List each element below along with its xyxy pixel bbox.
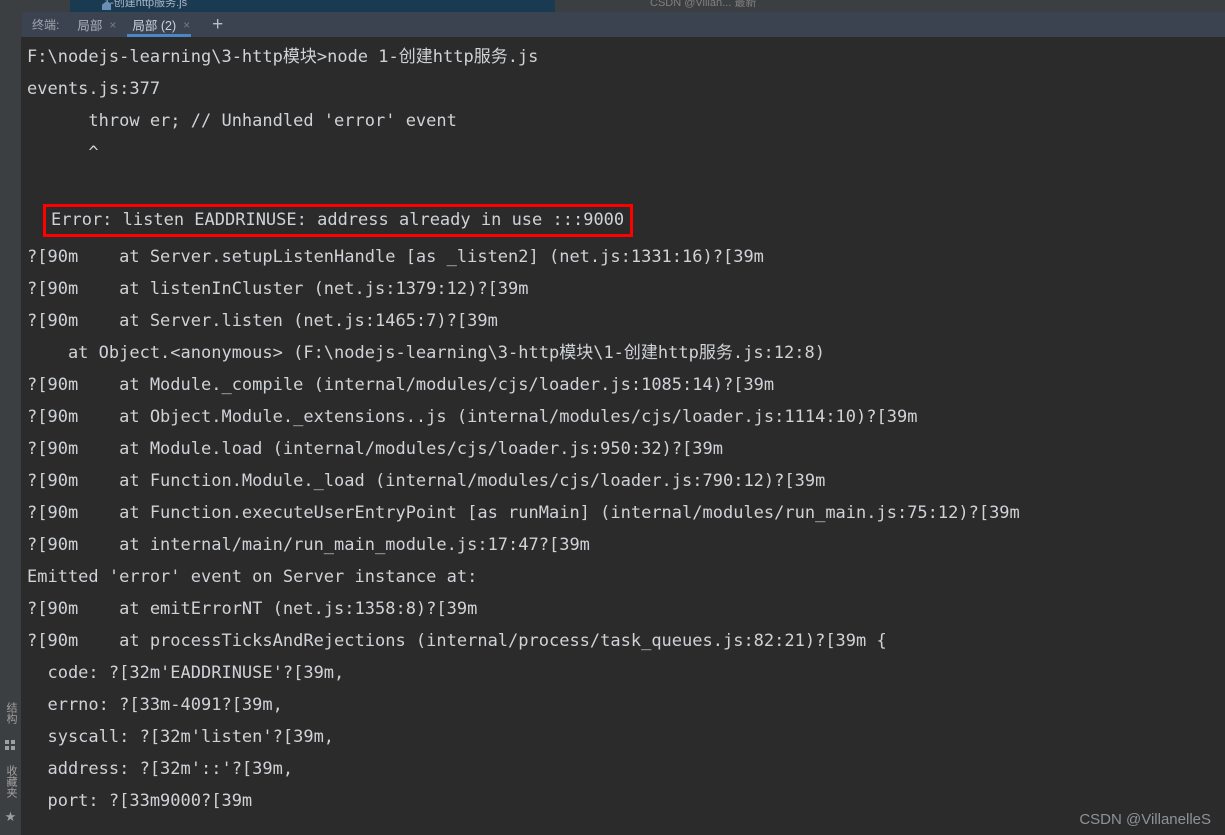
watermark: CSDN @VillanelleS — [1079, 811, 1211, 828]
editor-strip-gutter — [0, 0, 22, 12]
terminal-line: ?[90m at Server.setupListenHandle [as _l… — [27, 247, 764, 267]
terminal-line: F:\nodejs-learning\3-http模块>node 1-创建htt… — [27, 47, 539, 67]
terminal-tab-local-2[interactable]: 局部 (2) × — [122, 12, 196, 37]
terminal-line: errno: ?[33m-4091?[39m, — [27, 695, 283, 715]
rail-item-favorites[interactable]: 收藏夹 — [0, 765, 21, 798]
tab-bar-gutter — [0, 12, 22, 37]
rail-item-structure[interactable]: 结构 — [0, 702, 21, 724]
terminal-label: 终端: — [32, 18, 60, 32]
terminal-error-line-highlighted: Error: listen EADDRINUSE: address alread… — [43, 204, 634, 237]
rail-item-grid[interactable] — [0, 740, 21, 751]
terminal-line: ^ — [27, 143, 99, 163]
rail-item-star[interactable]: ★ — [0, 810, 21, 823]
rail-item-label: 结构 — [5, 702, 17, 724]
terminal-line: syscall: ?[32m'listen'?[39m, — [27, 727, 335, 747]
terminal-line: ?[90m at Function.executeUserEntryPoint … — [27, 503, 1020, 523]
terminal-line: port: ?[33m9000?[39m — [27, 791, 253, 811]
terminal-line: address: ?[32m'::'?[39m, — [27, 759, 294, 779]
editor-tab-label: 1-创建http服务.js — [104, 0, 188, 9]
terminal-line: ?[90m at Server.listen (net.js:1465:7)?[… — [27, 311, 498, 331]
terminal-line: events.js:377 — [27, 79, 161, 99]
grid-icon — [5, 740, 16, 751]
editor-tab-active[interactable]: 1-创建http服务.js — [70, 0, 555, 12]
terminal-line: ?[90m at emitErrorNT (net.js:1358:8)?[39… — [27, 599, 478, 619]
terminal-line-wrapper: Error: listen EADDRINUSE: address alread… — [22, 201, 1020, 241]
star-icon: ★ — [4, 809, 17, 824]
terminal-tab-label: 局部 — [77, 19, 103, 33]
terminal-line: ?[90m at Object.Module._extensions..js (… — [27, 407, 918, 427]
new-terminal-button[interactable]: + — [196, 15, 233, 34]
terminal-output-panel[interactable]: F:\nodejs-learning\3-http模块>node 1-创建htt… — [22, 37, 1225, 835]
terminal-line: at Object.<anonymous> (F:\nodejs-learnin… — [27, 343, 825, 363]
terminal-line: Emitted 'error' event on Server instance… — [27, 567, 478, 587]
terminal-line: ?[90m at listenInCluster (net.js:1379:12… — [27, 279, 529, 299]
editor-strip-right-text: CSDN @Villan... 最新 — [650, 0, 757, 9]
terminal-line: throw er; // Unhandled 'error' event — [27, 111, 457, 131]
terminal-line: code: ?[32m'EADDRINUSE'?[39m, — [27, 663, 345, 683]
left-tool-rail: 结构 收藏夹 ★ — [0, 37, 22, 835]
terminal-line: ?[90m at Module._compile (internal/modul… — [27, 375, 775, 395]
terminal-tab-bar: 终端: 局部 × 局部 (2) × + — [0, 12, 1225, 37]
terminal-line: ?[90m at Function.Module._load (internal… — [27, 471, 826, 491]
terminal-line: ?[90m at internal/main/run_main_module.j… — [27, 535, 590, 555]
rail-item-label: 收藏夹 — [5, 765, 17, 798]
editor-tab-strip: 1-创建http服务.js CSDN @Villan... 最新 — [0, 0, 1225, 12]
terminal-lines: F:\nodejs-learning\3-http模块>node 1-创建htt… — [22, 37, 1020, 817]
close-icon[interactable]: × — [109, 19, 116, 31]
terminal-tab-local-1[interactable]: 局部 × — [67, 12, 122, 37]
terminal-tab-label: 局部 (2) — [132, 19, 177, 33]
terminal-line: ?[90m at processTicksAndRejections (inte… — [27, 631, 887, 651]
terminal-line: ?[90m at Module.load (internal/modules/c… — [27, 439, 723, 459]
close-icon[interactable]: × — [183, 19, 190, 31]
